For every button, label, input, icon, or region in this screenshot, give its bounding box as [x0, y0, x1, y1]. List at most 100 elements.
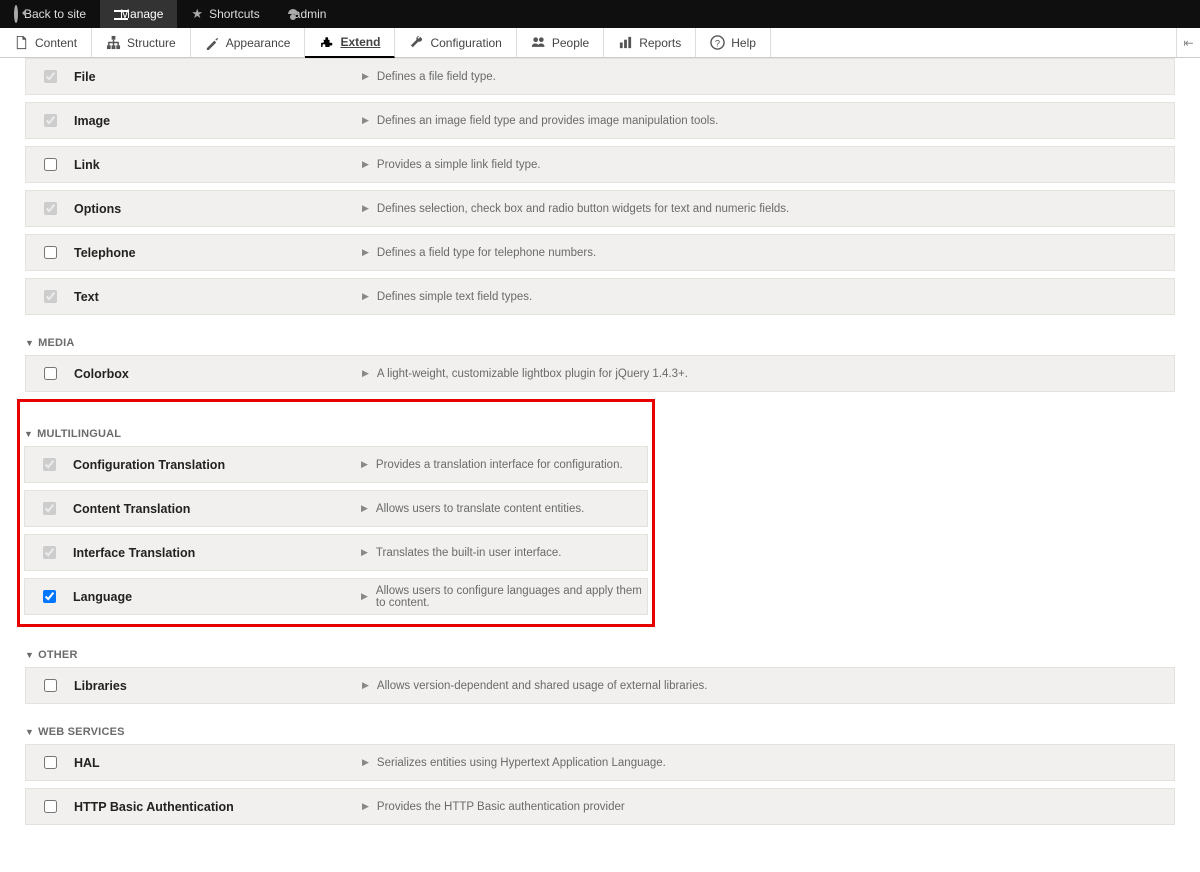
module-name[interactable]: Libraries — [74, 679, 362, 693]
caret-down-icon: ▼ — [25, 650, 34, 660]
expand-icon[interactable]: ▶ — [362, 159, 369, 170]
tab-configuration[interactable]: Configuration — [395, 28, 516, 57]
toolbar-orientation-toggle[interactable]: ⇤ — [1176, 28, 1200, 57]
module-name[interactable]: HTTP Basic Authentication — [74, 800, 362, 814]
expand-icon[interactable]: ▶ — [362, 291, 369, 302]
module-enable-checkbox[interactable] — [43, 590, 56, 603]
module-name[interactable]: Text — [74, 290, 362, 304]
module-description: Defines simple text field types. — [377, 291, 532, 303]
module-row: File▶ Defines a file field type. — [25, 58, 1175, 95]
reports-icon — [618, 35, 633, 50]
module-enable-checkbox — [44, 70, 57, 83]
module-name[interactable]: Interface Translation — [73, 546, 361, 560]
expand-icon[interactable]: ▶ — [362, 680, 369, 691]
back-to-site-link[interactable]: Back to site — [0, 0, 100, 28]
expand-icon[interactable]: ▶ — [362, 368, 369, 379]
module-row: HTTP Basic Authentication▶ Provides the H… — [25, 788, 1175, 825]
module-enable-checkbox[interactable] — [44, 246, 57, 259]
module-enable-checkbox — [43, 458, 56, 471]
caret-down-icon: ▼ — [25, 727, 34, 737]
module-description: Defines a file field type. — [377, 71, 496, 83]
group-title[interactable]: ▼MEDIA — [25, 337, 1175, 349]
module-description: Allows version-dependent and shared usag… — [377, 680, 708, 692]
tab-help[interactable]: ? Help — [696, 28, 771, 57]
tab-reports[interactable]: Reports — [604, 28, 696, 57]
module-enable-checkbox — [44, 114, 57, 127]
group-title[interactable]: ▼ WEB SERVICES — [25, 726, 1175, 738]
caret-down-icon: ▼ — [25, 338, 34, 348]
module-enable-checkbox[interactable] — [44, 679, 57, 692]
user-label: admin — [294, 7, 327, 21]
tab-content[interactable]: Content — [0, 28, 92, 57]
expand-icon[interactable]: ▶ — [361, 591, 368, 602]
expand-icon[interactable]: ▶ — [362, 115, 369, 126]
module-list: File▶Defines a file field type.Image▶Def… — [0, 58, 1200, 872]
expand-icon[interactable]: ▶ — [362, 801, 369, 812]
module-enable-checkbox — [44, 202, 57, 215]
star-icon: ★ — [191, 6, 203, 22]
svg-text:?: ? — [715, 38, 720, 48]
module-description: Serializes entities using Hypertext Appl… — [377, 757, 666, 769]
module-row: Options▶ Defines selection, check box and… — [25, 190, 1175, 227]
appearance-icon — [205, 35, 220, 50]
module-row: Content Translation▶Allows users to tran… — [24, 490, 648, 527]
tab-people[interactable]: People — [517, 28, 604, 57]
people-icon — [531, 35, 546, 50]
tab-structure[interactable]: Structure — [92, 28, 191, 57]
module-name[interactable]: Link — [74, 158, 362, 172]
expand-icon[interactable]: ▶ — [361, 547, 368, 558]
group-title-text: WEB SERVICES — [38, 726, 125, 738]
back-label: Back to site — [24, 7, 86, 21]
module-name[interactable]: File — [74, 70, 362, 84]
admin-toolbar: Back to site Manage ★ Shortcuts admin — [0, 0, 1200, 28]
module-name[interactable]: Content Translation — [73, 502, 361, 516]
module-description: Allows users to configure languages and … — [376, 585, 647, 609]
caret-down-icon: ▼ — [24, 429, 33, 439]
expand-icon[interactable]: ▶ — [362, 757, 369, 768]
highlight-box: ▼ MULTILINGUAL Configuration Translation▶P… — [17, 399, 655, 627]
module-name[interactable]: Image — [74, 114, 362, 128]
module-name[interactable]: Configuration Translation — [73, 458, 361, 472]
group-title-text: MULTILINGUAL — [37, 428, 121, 440]
expand-icon[interactable]: ▶ — [361, 459, 368, 470]
module-row: Colorbox▶ A light-weight, customizable li… — [25, 355, 1175, 392]
module-enable-checkbox — [43, 546, 56, 559]
expand-icon[interactable]: ▶ — [361, 503, 368, 514]
module-name[interactable]: Options — [74, 202, 362, 216]
group-title[interactable]: ▼ MULTILINGUAL — [24, 428, 648, 440]
module-description: Defines selection, check box and radio b… — [377, 203, 789, 215]
orientation-icon: ⇤ — [1183, 36, 1193, 50]
module-name[interactable]: Telephone — [74, 246, 362, 260]
module-description: A light-weight, customizable lightbox pl… — [377, 368, 688, 380]
module-enable-checkbox[interactable] — [44, 756, 57, 769]
module-enable-checkbox[interactable] — [44, 800, 57, 813]
manage-toggle[interactable]: Manage — [100, 0, 177, 28]
shortcuts-link[interactable]: ★ Shortcuts — [177, 0, 273, 28]
shortcuts-label: Shortcuts — [209, 7, 260, 21]
module-row: Configuration Translation▶Provides a tra… — [24, 446, 648, 483]
module-enable-checkbox — [43, 502, 56, 515]
expand-icon[interactable]: ▶ — [362, 247, 369, 258]
module-name[interactable]: HAL — [74, 756, 362, 770]
module-description: Translates the built-in user interface. — [376, 547, 562, 559]
module-enable-checkbox[interactable] — [44, 367, 57, 380]
expand-icon[interactable]: ▶ — [362, 71, 369, 82]
group-title-text: OTHER — [38, 649, 78, 661]
configuration-icon — [409, 35, 424, 50]
tab-extend[interactable]: Extend — [305, 28, 395, 58]
module-enable-checkbox — [44, 290, 57, 303]
module-name[interactable]: Colorbox — [74, 367, 362, 381]
module-description: Provides the HTTP Basic authentication p… — [377, 801, 625, 813]
group-title[interactable]: ▼ OTHER — [25, 649, 1175, 661]
extend-icon — [319, 35, 334, 50]
back-icon — [14, 7, 18, 21]
module-row: Text▶ Defines simple text field types. — [25, 278, 1175, 315]
module-enable-checkbox[interactable] — [44, 158, 57, 171]
tab-appearance[interactable]: Appearance — [191, 28, 306, 57]
module-row: HAL▶ Serializes entities using Hypertext … — [25, 744, 1175, 781]
help-icon: ? — [710, 35, 725, 50]
module-row: Language▶ Allows users to configure langu… — [24, 578, 648, 615]
module-name[interactable]: Language — [73, 590, 361, 604]
user-menu[interactable]: admin — [274, 0, 341, 28]
expand-icon[interactable]: ▶ — [362, 203, 369, 214]
